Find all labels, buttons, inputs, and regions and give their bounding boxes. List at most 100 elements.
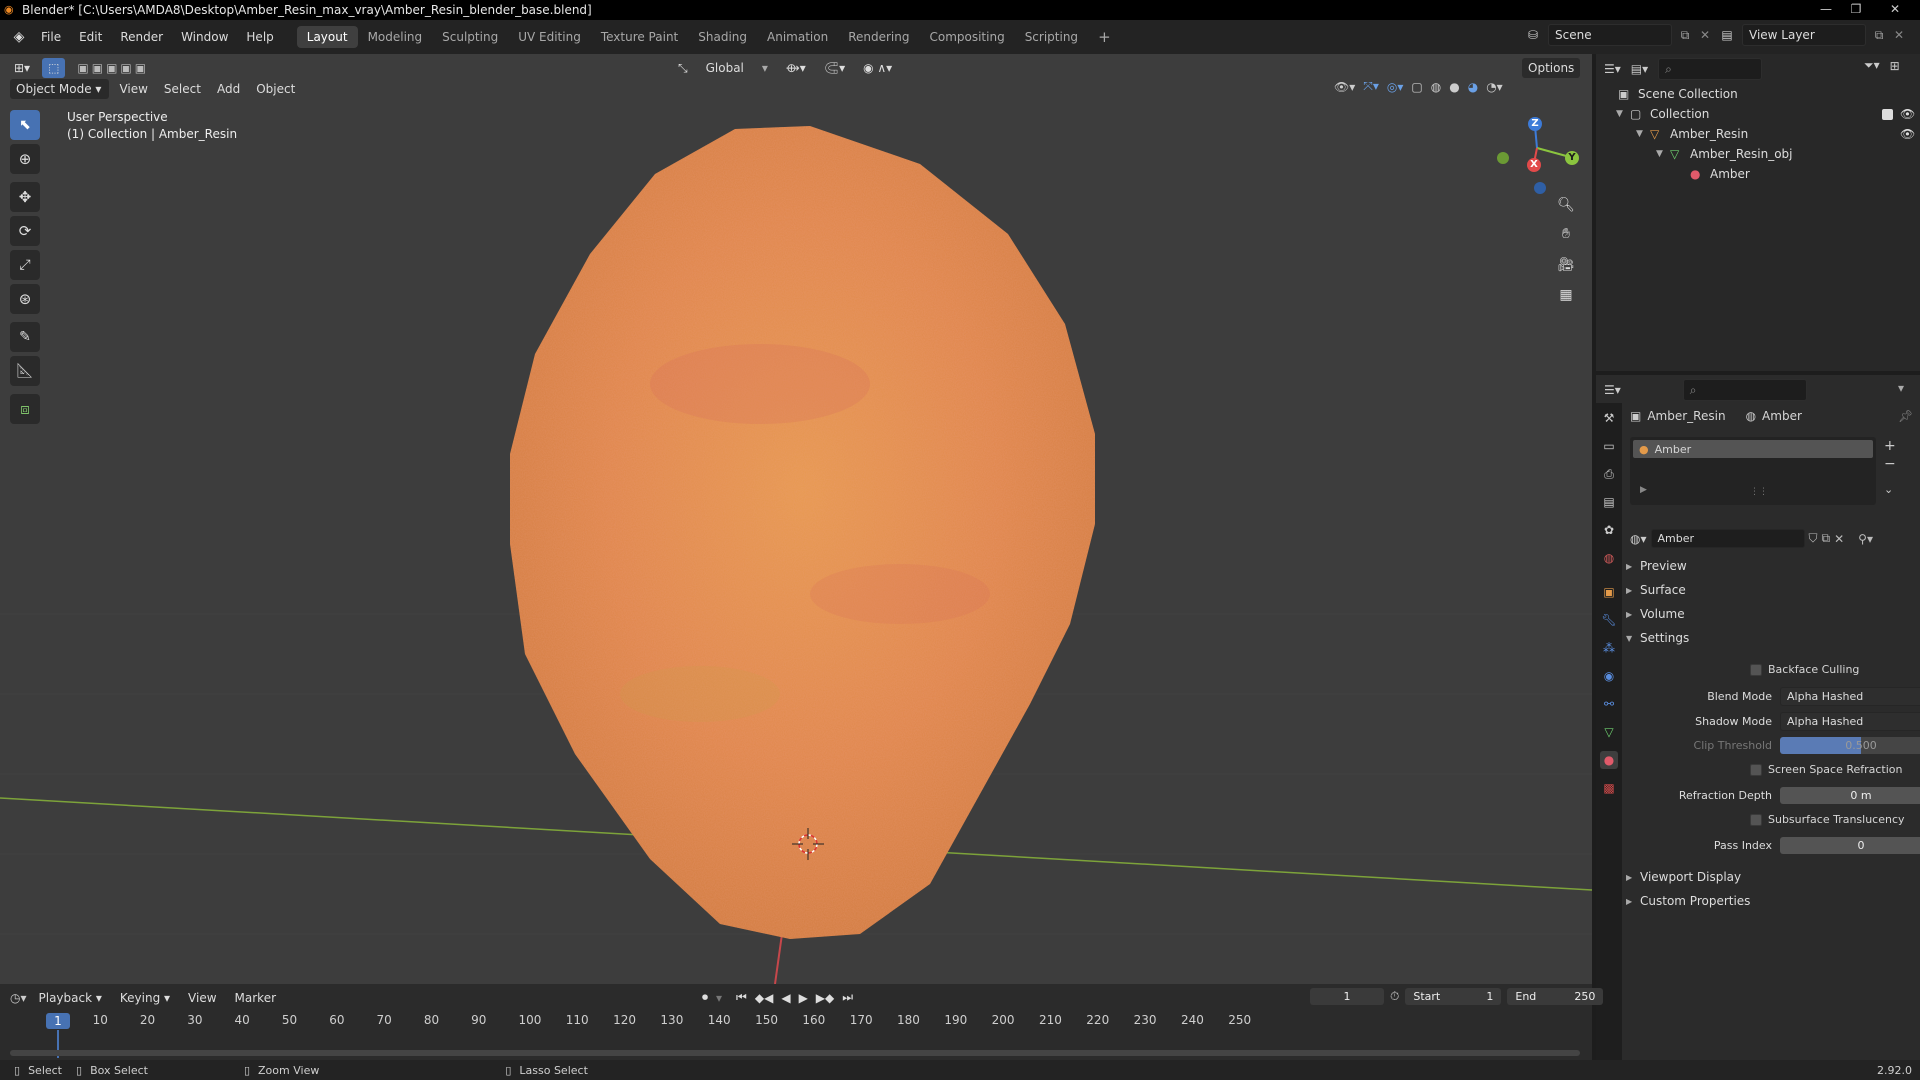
keying-menu[interactable]: Keying ▾ — [114, 988, 176, 1008]
pan-hand-icon[interactable]: ✋︎ — [1554, 222, 1578, 246]
wireframe-shading-icon[interactable]: ◍ — [1431, 80, 1441, 94]
add-cube-tool[interactable]: ⧈ — [10, 394, 40, 424]
properties-options-icon[interactable]: ▾ — [1898, 381, 1904, 395]
outliner-row-amber-resin-obj[interactable]: ▼ ▽ Amber_Resin_obj — [1596, 144, 1920, 164]
expand-arrow-icon[interactable]: ▼ — [1616, 109, 1628, 119]
visibility-icon[interactable]: 👁︎▾ — [1334, 80, 1355, 94]
material-preview-icon[interactable]: ◕ — [1468, 80, 1478, 94]
snap-icon[interactable]: 🧲︎▾ — [818, 58, 851, 78]
scale-tool[interactable]: ⤢ — [10, 250, 40, 280]
particles-tab-icon[interactable]: ⁂ — [1600, 639, 1618, 657]
new-collection-icon[interactable]: ⊞ — [1890, 59, 1900, 73]
shadow-mode-select[interactable]: Alpha Hashed⌄ — [1780, 712, 1920, 731]
pin-icon[interactable]: 📌︎ — [1898, 409, 1913, 423]
scene-icon[interactable]: ⛁ — [1522, 28, 1544, 42]
blend-mode-select[interactable]: Alpha Hashed⌄ — [1780, 687, 1920, 706]
remove-slot-icon[interactable]: − — [1884, 455, 1896, 473]
panel-custom-properties[interactable]: ▶ Custom Properties — [1626, 890, 1916, 912]
timeline-scrollbar[interactable] — [10, 1050, 1580, 1056]
refraction-depth-field[interactable]: 0 m — [1780, 787, 1920, 804]
annotate-tool[interactable]: ✎ — [10, 322, 40, 352]
display-mode-icon[interactable]: ▤▾ — [1631, 62, 1648, 76]
view-layer-field[interactable]: View Layer — [1742, 24, 1866, 46]
blender-menu-icon[interactable]: ◈ — [6, 29, 32, 45]
outliner-row-amber-material[interactable]: ● Amber — [1596, 164, 1920, 184]
transform-orientation-select[interactable]: Global — [700, 58, 750, 78]
output-tab-icon[interactable]: ⎙ — [1600, 465, 1618, 483]
ssr-checkbox[interactable] — [1750, 763, 1762, 776]
expand-arrow-icon[interactable]: ▼ — [1656, 149, 1668, 159]
end-frame-field[interactable]: End 250 — [1507, 988, 1604, 1005]
pivot-point-icon[interactable]: ⟴▾ — [780, 58, 812, 78]
delete-view-layer-icon[interactable]: ✕ — [1892, 28, 1906, 42]
transform-tool[interactable]: ⊛ — [10, 284, 40, 314]
options-button[interactable]: Options — [1522, 58, 1581, 78]
current-frame-field[interactable]: 1 — [1310, 988, 1384, 1005]
marker-menu[interactable]: Marker — [229, 988, 282, 1008]
menu-edit[interactable]: Edit — [70, 26, 111, 48]
menu-file[interactable]: File — [32, 26, 70, 48]
clip-threshold-slider[interactable]: 0.500 — [1780, 737, 1920, 754]
panel-viewport-display[interactable]: ▶ Viewport Display — [1626, 866, 1916, 888]
play-reverse-icon[interactable]: ◀ — [781, 991, 790, 1005]
perspective-toggle-icon[interactable]: ▦ — [1554, 283, 1578, 307]
tab-texture-paint[interactable]: Texture Paint — [591, 26, 688, 48]
render-tab-icon[interactable]: ▭ — [1600, 437, 1618, 455]
selection-mode-icons[interactable]: ▣▣▣▣▣ — [71, 58, 155, 78]
object-tab-icon[interactable]: ▣ — [1600, 583, 1618, 601]
add-slot-icon[interactable]: + — [1884, 437, 1896, 455]
tab-shading[interactable]: Shading — [688, 26, 757, 48]
auto-key-dropdown-icon[interactable]: ▾ — [716, 991, 722, 1005]
zoom-icon[interactable]: 🔍︎ — [1554, 193, 1578, 217]
tab-uv-editing[interactable]: UV Editing — [508, 26, 591, 48]
object-menu[interactable]: Object — [250, 79, 301, 99]
scene-name-field[interactable]: Scene — [1548, 24, 1672, 46]
material-slot-list[interactable]: ● Amber ▶ ⋮⋮ — [1630, 437, 1876, 505]
list-expand-icon[interactable]: ▶ — [1640, 485, 1647, 495]
view-menu[interactable]: View — [113, 79, 153, 99]
frame-ruler[interactable]: 10 20 30 40 50 60 70 80 90 100 110 120 130 140 150 160 1… — [0, 1012, 1592, 1030]
outliner-search-input[interactable]: ⌕ — [1658, 58, 1763, 80]
tool-tab-icon[interactable]: ⚒ — [1600, 409, 1618, 427]
backface-culling-row[interactable]: Backface Culling — [1750, 663, 1859, 676]
modifiers-tab-icon[interactable]: 🔧︎ — [1600, 611, 1618, 629]
material-name-field[interactable]: Amber — [1650, 529, 1805, 548]
tab-layout[interactable]: Layout — [296, 26, 358, 48]
ssr-row[interactable]: Screen Space Refraction — [1750, 763, 1903, 776]
preview-range-icon[interactable]: ⏱ — [1390, 989, 1399, 1004]
scene-tab-icon[interactable]: ✿ — [1600, 521, 1618, 539]
record-icon[interactable]: ⏺ — [702, 990, 708, 1005]
next-keyframe-icon[interactable]: ▶◆ — [816, 991, 834, 1005]
playhead-frame-indicator[interactable]: 1 — [46, 1013, 70, 1029]
subsurface-checkbox[interactable] — [1750, 813, 1762, 826]
3d-viewport[interactable]: Z Y X ⊞▾ ⬚ ▣▣▣▣▣ ⤡ Global ▾ ⟴▾ 🧲︎▾ ◉ ∧▾ … — [0, 54, 1592, 984]
xray-icon[interactable]: ▢ — [1411, 80, 1422, 94]
object-mode-select[interactable]: Object Mode ▾ — [10, 79, 110, 99]
menu-window[interactable]: Window — [172, 26, 237, 48]
select-tool-icon[interactable]: ⬚ — [42, 58, 66, 78]
eye-icon[interactable]: 👁︎ — [1900, 107, 1915, 121]
gizmo-x-label[interactable]: X — [1529, 159, 1539, 170]
pass-index-field[interactable]: 0 — [1780, 837, 1920, 854]
material-tab-icon[interactable]: ● — [1600, 751, 1618, 769]
eye-icon[interactable]: 👁︎ — [1900, 127, 1915, 141]
exclude-checkbox[interactable] — [1882, 108, 1893, 120]
tab-sculpting[interactable]: Sculpting — [432, 26, 508, 48]
delete-scene-icon[interactable]: ✕ — [1698, 28, 1712, 42]
panel-surface[interactable]: ▶ Surface — [1626, 579, 1916, 601]
timeline-editor-type-icon[interactable]: ◷▾ — [10, 991, 27, 1005]
overlays-icon[interactable]: ◎▾ — [1387, 80, 1404, 94]
viewport-canvas[interactable] — [0, 54, 1592, 984]
tab-modeling[interactable]: Modeling — [358, 26, 433, 48]
editor-type-icon[interactable]: ⊞▾ — [8, 58, 36, 78]
playback-menu[interactable]: Playback ▾ — [33, 988, 108, 1008]
panel-preview[interactable]: ▶ Preview — [1626, 555, 1916, 577]
view-layer-tab-icon[interactable]: ▤ — [1600, 493, 1618, 511]
gizmo-z-label[interactable]: Z — [1530, 118, 1540, 129]
select-menu[interactable]: Select — [158, 79, 207, 99]
minimize-button[interactable]: — — [1812, 0, 1840, 18]
unlink-material-icon[interactable]: ✕ — [1834, 532, 1844, 546]
duplicate-material-icon[interactable]: ⧉ — [1822, 531, 1831, 546]
close-window-button[interactable]: ✕ — [1872, 0, 1918, 18]
jump-end-icon[interactable]: ⏭ — [842, 990, 853, 1005]
